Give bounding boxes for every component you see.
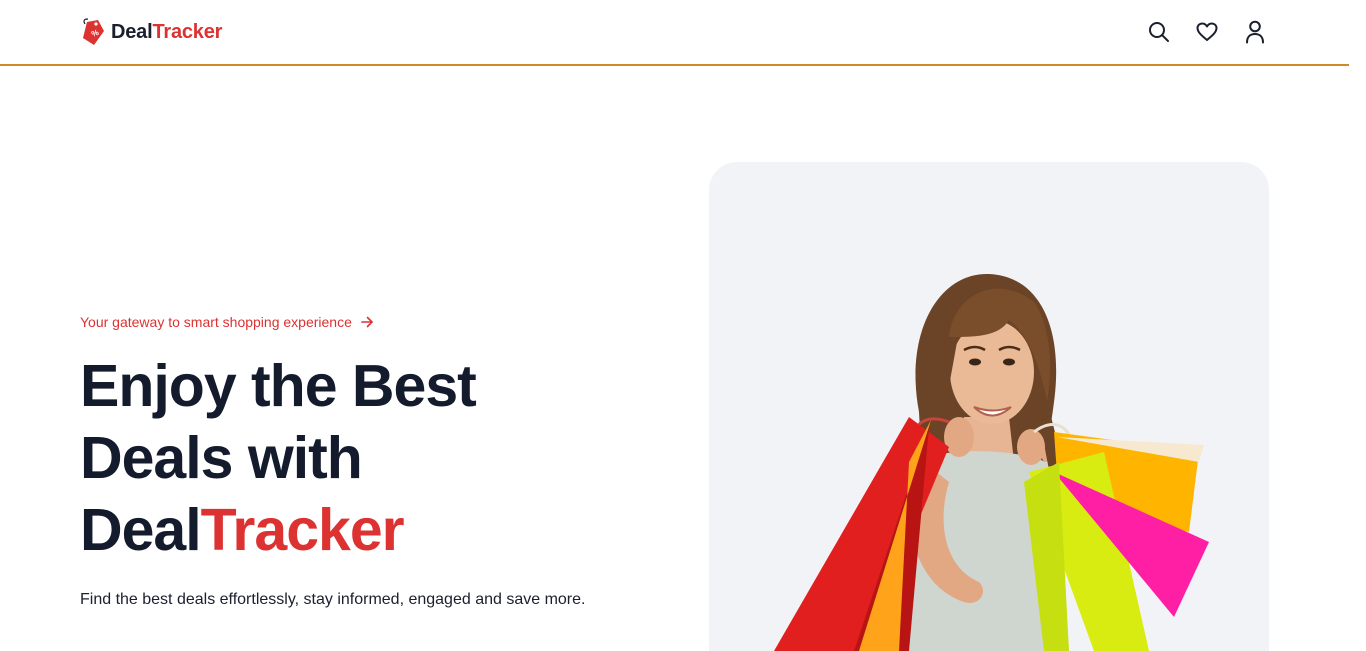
price-tag-icon: % bbox=[83, 18, 104, 45]
headline-brand-deal: Deal bbox=[80, 497, 202, 563]
search-button[interactable] bbox=[1148, 20, 1170, 44]
search-icon bbox=[1149, 22, 1169, 42]
tagline-text: Your gateway to smart shopping experienc… bbox=[80, 314, 352, 330]
headline-line-2: Deals with bbox=[80, 425, 363, 491]
user-icon bbox=[1246, 20, 1264, 44]
header-actions bbox=[1148, 20, 1266, 44]
logo-text-deal: Deal bbox=[111, 20, 153, 43]
hero-subtext: Find the best deals effortlessly, stay i… bbox=[80, 591, 586, 608]
wishlist-button[interactable] bbox=[1196, 20, 1218, 44]
shopping-woman-image bbox=[774, 273, 1209, 651]
logo-text-tracker: Tracker bbox=[152, 20, 223, 43]
logo[interactable]: % DealTracker bbox=[81, 18, 222, 46]
headline-line-1: Enjoy the Best bbox=[80, 353, 477, 419]
page: % DealTracker Your gateway to smart shop… bbox=[0, 0, 1349, 651]
account-button[interactable] bbox=[1244, 20, 1266, 44]
headline-brand-tracker: Tracker bbox=[200, 497, 405, 563]
site-header: % DealTracker bbox=[0, 0, 1349, 66]
hero-image-card bbox=[709, 162, 1269, 651]
hero-headline: Enjoy the Best Deals with DealTracker bbox=[80, 350, 640, 566]
tagline-link[interactable]: Your gateway to smart shopping experienc… bbox=[80, 314, 374, 330]
arrow-right-icon bbox=[361, 316, 373, 328]
heart-icon bbox=[1196, 22, 1218, 41]
